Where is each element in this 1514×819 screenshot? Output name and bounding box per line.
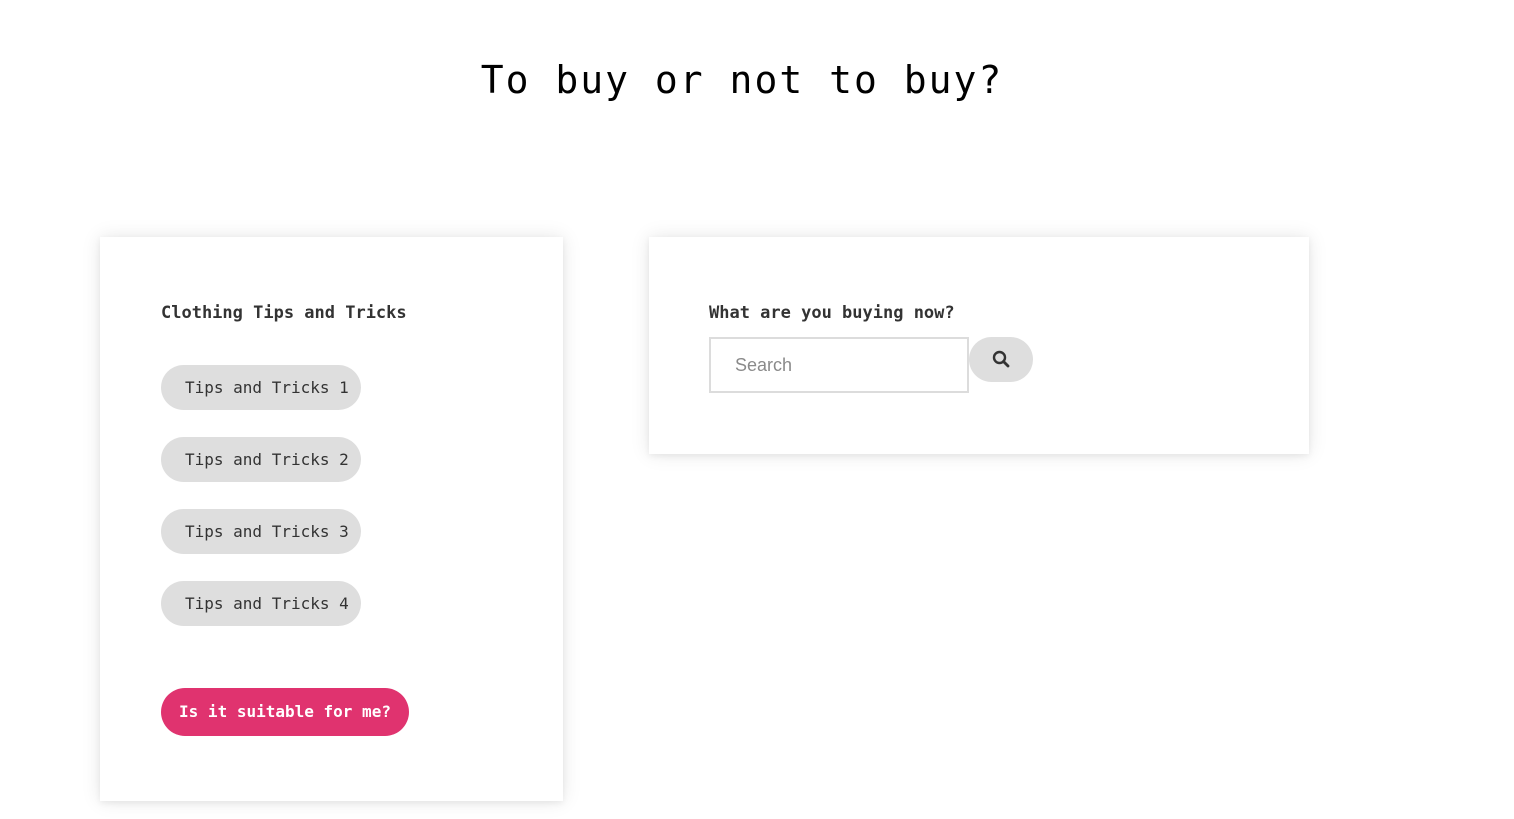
tip-button-3[interactable]: Tips and Tricks 3 [161,509,361,554]
search-card-heading: What are you buying now? [709,303,955,323]
page-title: To buy or not to buy? [480,58,1004,102]
search-button[interactable] [969,337,1033,382]
search-icon [992,350,1010,368]
search-card: What are you buying now? [649,237,1309,454]
tip-button-2[interactable]: Tips and Tricks 2 [161,437,361,482]
suitability-button[interactable]: Is it suitable for me? [161,688,409,736]
tips-list: Tips and Tricks 1 Tips and Tricks 2 Tips… [161,365,361,653]
tips-card: Clothing Tips and Tricks Tips and Tricks… [100,237,563,801]
tips-card-heading: Clothing Tips and Tricks [161,303,407,323]
tip-button-4[interactable]: Tips and Tricks 4 [161,581,361,626]
search-input[interactable] [709,337,969,393]
tip-button-1[interactable]: Tips and Tricks 1 [161,365,361,410]
